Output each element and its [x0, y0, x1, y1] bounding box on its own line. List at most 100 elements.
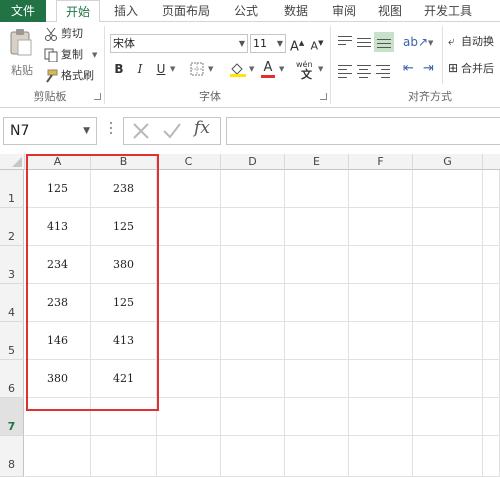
align-top-icon[interactable] [338, 33, 352, 48]
align-middle-icon[interactable] [357, 35, 371, 50]
tab-home[interactable]: 开始 [56, 0, 100, 23]
tab-view[interactable]: 视图 [370, 0, 410, 22]
cell-f7[interactable] [349, 398, 413, 436]
cell-e2[interactable] [285, 208, 349, 246]
cell-g4[interactable] [413, 284, 483, 322]
cell-f3[interactable] [349, 246, 413, 284]
cell-g1[interactable] [413, 170, 483, 208]
cell-c6[interactable] [157, 360, 221, 398]
font-color-button[interactable]: A [261, 59, 275, 79]
cell-d4[interactable] [221, 284, 285, 322]
cell-d7[interactable] [221, 398, 285, 436]
cell-g3[interactable] [413, 246, 483, 284]
cell-e7[interactable] [285, 398, 349, 436]
enter-check-icon[interactable] [162, 122, 182, 140]
cell-g8[interactable] [413, 436, 483, 477]
tab-page-layout[interactable]: 页面布局 [156, 0, 216, 22]
chevron-down-icon[interactable]: ▼ [249, 62, 254, 76]
column-header-c[interactable]: C [157, 154, 221, 170]
chevron-down-icon[interactable]: ▼ [318, 62, 323, 76]
cell-c4[interactable] [157, 284, 221, 322]
insert-function-icon[interactable]: fx [194, 120, 210, 137]
cell-e8[interactable] [285, 436, 349, 477]
cell-g7[interactable] [413, 398, 483, 436]
cell-f1[interactable] [349, 170, 413, 208]
cell-g5[interactable] [413, 322, 483, 360]
tab-file[interactable]: 文件 [0, 0, 46, 22]
chevron-down-icon[interactable]: ▼ [92, 48, 97, 62]
tab-review[interactable]: 审阅 [324, 0, 364, 22]
cell-c2[interactable] [157, 208, 221, 246]
orientation-icon[interactable]: ab↗ [403, 35, 428, 49]
cell-d6[interactable] [221, 360, 285, 398]
cell-c3[interactable] [157, 246, 221, 284]
paste-button[interactable]: 粘贴 [6, 26, 36, 84]
copy-button[interactable]: 复制 ▼ [44, 48, 100, 64]
chevron-down-icon[interactable]: ▼ [428, 36, 433, 50]
decrease-indent-icon[interactable]: ⇤ [403, 62, 414, 76]
cell-g2[interactable] [413, 208, 483, 246]
resize-handle-icon[interactable] [110, 122, 113, 138]
cancel-icon[interactable] [132, 122, 150, 140]
font-launcher-icon[interactable] [320, 93, 327, 100]
row-header-4[interactable]: 4 [0, 284, 24, 322]
italic-button[interactable]: I [133, 60, 147, 78]
cell-d3[interactable] [221, 246, 285, 284]
tab-insert[interactable]: 插入 [106, 0, 146, 22]
cell-f8[interactable] [349, 436, 413, 477]
column-header-g[interactable]: G [413, 154, 483, 170]
align-left-icon[interactable] [338, 62, 352, 81]
clipboard-launcher-icon[interactable] [94, 93, 101, 100]
cell-d1[interactable] [221, 170, 285, 208]
bold-button[interactable]: B [112, 60, 126, 78]
tab-formulas[interactable]: 公式 [226, 0, 266, 22]
row-header-8[interactable]: 8 [0, 436, 24, 477]
cell-f6[interactable] [349, 360, 413, 398]
cell-d8[interactable] [221, 436, 285, 477]
row-header-6[interactable]: 6 [0, 360, 24, 398]
cell-h6[interactable] [483, 360, 500, 398]
cell-e6[interactable] [285, 360, 349, 398]
cell-h8[interactable] [483, 436, 500, 477]
increase-indent-icon[interactable]: ⇥ [423, 62, 434, 76]
cell-e1[interactable] [285, 170, 349, 208]
cell-h2[interactable] [483, 208, 500, 246]
grow-font-button[interactable]: A▲ [290, 34, 304, 54]
row-header-2[interactable]: 2 [0, 208, 24, 246]
cell-h1[interactable] [483, 170, 500, 208]
cell-h5[interactable] [483, 322, 500, 360]
align-right-icon[interactable] [376, 62, 390, 81]
chevron-down-icon[interactable]: ▼ [208, 62, 213, 76]
chevron-down-icon[interactable]: ▼ [170, 62, 175, 76]
font-name-select[interactable]: 宋体 ▼ [110, 34, 248, 53]
cell-e3[interactable] [285, 246, 349, 284]
cell-d2[interactable] [221, 208, 285, 246]
column-header-d[interactable]: D [221, 154, 285, 170]
font-size-select[interactable]: 11 ▼ [250, 34, 286, 53]
merge-center-button[interactable]: ⊞ 合并后 [448, 60, 500, 78]
cell-h4[interactable] [483, 284, 500, 322]
underline-button[interactable]: U [154, 60, 168, 78]
wrap-text-button[interactable]: ⤶ 自动换 [448, 33, 500, 51]
row-header-1[interactable]: 1 [0, 170, 24, 208]
column-header-f[interactable]: F [349, 154, 413, 170]
cell-f4[interactable] [349, 284, 413, 322]
cell-g6[interactable] [413, 360, 483, 398]
align-bottom-button[interactable] [374, 32, 394, 52]
cell-h3[interactable] [483, 246, 500, 284]
cell-d5[interactable] [221, 322, 285, 360]
column-header-e[interactable]: E [285, 154, 349, 170]
formula-input[interactable] [226, 117, 500, 145]
cut-button[interactable]: 剪切 [44, 27, 94, 43]
shrink-font-button[interactable]: A▼ [310, 34, 324, 53]
tab-developer[interactable]: 开发工具 [416, 0, 480, 22]
cell-b8[interactable] [91, 436, 157, 477]
phonetic-button[interactable]: wén 文 [296, 58, 318, 81]
borders-icon[interactable] [190, 62, 204, 76]
cell-h7[interactable] [483, 398, 500, 436]
tab-data[interactable]: 数据 [276, 0, 316, 22]
format-painter-button[interactable]: 格式刷 [44, 69, 100, 85]
row-header-5[interactable]: 5 [0, 322, 24, 360]
cell-a8[interactable] [25, 436, 91, 477]
chevron-down-icon[interactable]: ▼ [279, 62, 284, 76]
